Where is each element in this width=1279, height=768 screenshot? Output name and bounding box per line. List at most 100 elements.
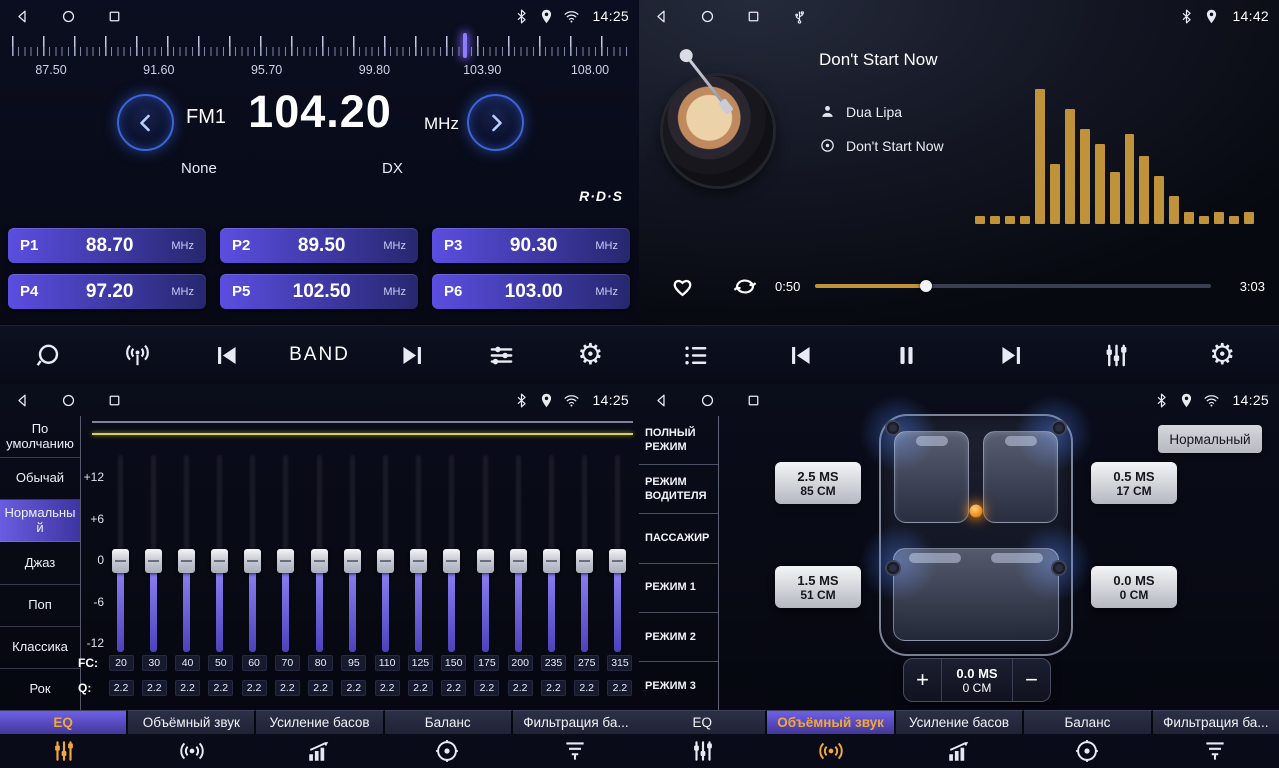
slider-handle[interactable] (178, 549, 195, 573)
rear-right-delay[interactable]: 0.0 MS 0 CM (1091, 566, 1177, 608)
tab-crossover-icon[interactable] (1151, 734, 1279, 768)
tab-balance-icon[interactable] (1023, 734, 1151, 768)
mode-item[interactable]: РЕЖИМ 1 (639, 564, 718, 613)
slider-handle[interactable] (443, 549, 460, 573)
tab-balance[interactable]: Баланс (385, 710, 513, 734)
tab-crossover[interactable]: Фильтрация ба... (513, 710, 639, 734)
broadcast-icon[interactable] (107, 332, 169, 378)
tab-eq[interactable]: EQ (639, 710, 767, 734)
favorite-icon[interactable] (669, 273, 696, 300)
slider-handle[interactable] (576, 549, 593, 573)
front-left-delay[interactable]: 2.5 MS 85 CM (775, 462, 861, 504)
tab-surround-sound[interactable]: Объёмный звук (767, 710, 895, 734)
listening-position-dot[interactable] (970, 505, 983, 518)
preset-button-p2[interactable]: P289.50MHz (220, 228, 418, 263)
tab-balance-icon[interactable] (383, 734, 511, 768)
home-icon[interactable] (60, 8, 77, 25)
slider-handle[interactable] (344, 549, 361, 573)
tab-balance[interactable]: Баланс (1024, 710, 1152, 734)
eq-band-slider[interactable] (444, 454, 460, 652)
settings-gear-icon[interactable]: ⚙ (559, 332, 621, 378)
eq-band-slider[interactable] (178, 454, 194, 652)
slider-handle[interactable] (211, 549, 228, 573)
pause-icon[interactable] (875, 332, 937, 378)
slider-handle[interactable] (609, 549, 626, 573)
rear-left-speaker-icon[interactable] (885, 560, 901, 576)
eq-band-slider[interactable] (145, 454, 161, 652)
preset-button-p4[interactable]: P497.20MHz (8, 274, 206, 309)
tab-surround-sound-icon[interactable] (767, 734, 895, 768)
slider-handle[interactable] (244, 549, 261, 573)
back-icon[interactable] (14, 392, 31, 409)
back-icon[interactable] (14, 8, 31, 25)
tab-bass-boost-icon[interactable] (895, 734, 1023, 768)
eq-preset-item[interactable]: Поп (0, 585, 80, 627)
mode-item[interactable]: ПАССАЖИР (639, 514, 718, 563)
eq-preset-item[interactable]: По умолчанию (0, 416, 80, 458)
band-button[interactable]: BAND (285, 332, 354, 378)
frequency-scale[interactable]: 87.5091.6095.7099.80103.90108.00 (8, 36, 631, 84)
preset-button-p3[interactable]: P390.30MHz (432, 228, 630, 263)
playlist-icon[interactable] (665, 332, 727, 378)
tab-eq-icon[interactable] (0, 734, 128, 768)
tab-surround-sound[interactable]: Объёмный звук (128, 710, 256, 734)
front-right-delay[interactable]: 0.5 MS 17 CM (1091, 462, 1177, 504)
scan-icon[interactable] (18, 332, 80, 378)
eq-band-slider[interactable] (510, 454, 526, 652)
eq-preset-item[interactable]: Джаз (0, 542, 80, 584)
slider-handle[interactable] (311, 549, 328, 573)
settings-gear-icon[interactable]: ⚙ (1191, 332, 1253, 378)
recents-icon[interactable] (106, 392, 123, 409)
rear-left-delay[interactable]: 1.5 MS 51 CM (775, 566, 861, 608)
tab-bass-boost[interactable]: Усиление басов (896, 710, 1024, 734)
sound-preset-button[interactable]: Нормальный (1158, 425, 1262, 453)
slider-handle[interactable] (377, 549, 394, 573)
eq-band-slider[interactable] (344, 454, 360, 652)
tune-down-button[interactable] (117, 94, 174, 151)
recents-icon[interactable] (106, 8, 123, 25)
tab-crossover-icon[interactable] (511, 734, 639, 768)
back-icon[interactable] (653, 8, 670, 25)
slider-handle[interactable] (277, 549, 294, 573)
progress-knob[interactable] (920, 280, 932, 292)
tune-up-button[interactable] (467, 94, 524, 151)
eq-band-slider[interactable] (311, 454, 327, 652)
repeat-icon[interactable] (731, 273, 759, 300)
preset-button-p1[interactable]: P188.70MHz (8, 228, 206, 263)
home-icon[interactable] (60, 392, 77, 409)
previous-station-icon[interactable] (196, 332, 258, 378)
slider-handle[interactable] (510, 549, 527, 573)
tab-crossover[interactable]: Фильтрация ба... (1153, 710, 1279, 734)
front-left-speaker-icon[interactable] (885, 420, 901, 436)
eq-band-slider[interactable] (477, 454, 493, 652)
tab-bass-boost-icon[interactable] (256, 734, 384, 768)
delay-increase-button[interactable]: + (904, 659, 942, 701)
rear-right-speaker-icon[interactable] (1051, 560, 1067, 576)
mode-item[interactable]: РЕЖИМ 3 (639, 662, 718, 710)
previous-track-icon[interactable] (770, 332, 832, 378)
eq-preset-item[interactable]: Нормальный (0, 500, 80, 542)
eq-band-slider[interactable] (543, 454, 559, 652)
eq-band-slider[interactable] (245, 454, 261, 652)
slider-handle[interactable] (410, 549, 427, 573)
eq-preset-item[interactable]: Обычай (0, 458, 80, 500)
preset-button-p5[interactable]: P5102.50MHz (220, 274, 418, 309)
slider-handle[interactable] (112, 549, 129, 573)
eq-band-slider[interactable] (411, 454, 427, 652)
tab-eq[interactable]: EQ (0, 710, 128, 734)
mode-item[interactable]: РЕЖИМ ВОДИТЕЛЯ (639, 465, 718, 514)
slider-handle[interactable] (543, 549, 560, 573)
eq-band-slider[interactable] (610, 454, 626, 652)
next-station-icon[interactable] (381, 332, 443, 378)
progress-bar[interactable] (815, 284, 1211, 288)
recents-icon[interactable] (745, 392, 762, 409)
back-icon[interactable] (653, 392, 670, 409)
mode-item[interactable]: РЕЖИМ 2 (639, 613, 718, 662)
eq-band-slider[interactable] (212, 454, 228, 652)
tab-bass-boost[interactable]: Усиление басов (256, 710, 384, 734)
front-right-speaker-icon[interactable] (1051, 420, 1067, 436)
tab-eq-icon[interactable] (639, 734, 767, 768)
mode-item[interactable]: ПОЛНЫЙ РЕЖИМ (639, 416, 718, 465)
delay-decrease-button[interactable]: − (1012, 659, 1050, 701)
recents-icon[interactable] (745, 8, 762, 25)
